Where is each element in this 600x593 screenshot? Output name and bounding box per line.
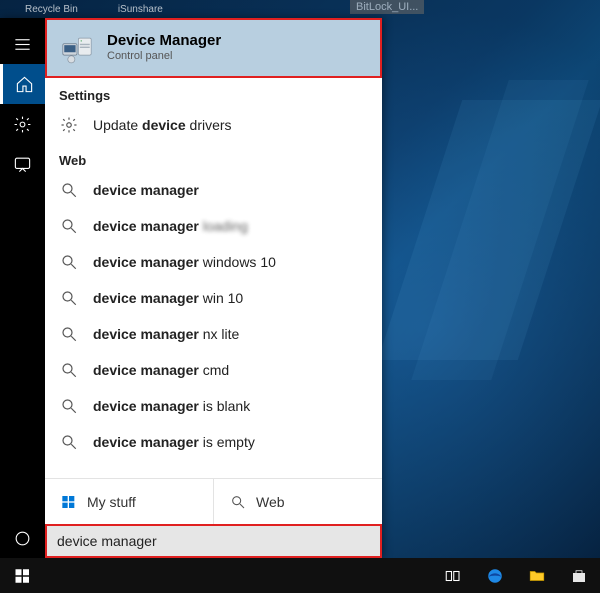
store-button[interactable] bbox=[558, 558, 600, 593]
web-result-label: device manager loading bbox=[93, 218, 248, 234]
my-stuff-label: My stuff bbox=[87, 494, 136, 510]
desktop-shortcut-label[interactable]: iSunshare bbox=[118, 4, 163, 15]
search-icon bbox=[59, 216, 79, 236]
my-stuff-tab[interactable]: My stuff bbox=[45, 479, 214, 524]
taskbar-tray bbox=[432, 558, 600, 593]
web-result[interactable]: device manager cmd bbox=[45, 352, 382, 388]
web-tab-label: Web bbox=[256, 494, 285, 510]
search-icon bbox=[230, 494, 246, 510]
web-result-label: device manager cmd bbox=[93, 362, 229, 378]
home-icon[interactable] bbox=[0, 64, 45, 104]
scope-tabs: My stuff Web bbox=[45, 478, 382, 524]
best-match-result[interactable]: Device Manager Control panel bbox=[45, 18, 382, 78]
best-match-subtitle: Control panel bbox=[107, 50, 221, 63]
web-result-label: device manager nx lite bbox=[93, 326, 239, 342]
web-result[interactable]: device manager is blank bbox=[45, 388, 382, 424]
search-input[interactable] bbox=[57, 533, 370, 549]
desktop-icons-row: Recycle Bin iSunshare bbox=[5, 0, 595, 18]
gear-icon bbox=[59, 115, 79, 135]
settings-section-header: Settings bbox=[45, 78, 382, 107]
web-result-label: device manager bbox=[93, 182, 199, 198]
device-manager-icon bbox=[59, 30, 95, 66]
web-tab[interactable]: Web bbox=[214, 479, 382, 524]
web-result[interactable]: device manager bbox=[45, 172, 382, 208]
folder-icon bbox=[528, 567, 546, 585]
search-icon bbox=[59, 252, 79, 272]
best-match-title: Device Manager bbox=[107, 32, 221, 50]
feedback-icon[interactable] bbox=[0, 144, 45, 184]
edge-button[interactable] bbox=[474, 558, 516, 593]
search-icon bbox=[59, 288, 79, 308]
start-button[interactable] bbox=[0, 558, 46, 593]
search-icon bbox=[59, 180, 79, 200]
search-box[interactable] bbox=[45, 524, 382, 558]
store-icon bbox=[570, 567, 588, 585]
taskbar bbox=[0, 558, 600, 593]
cortana-circle-icon[interactable] bbox=[0, 518, 45, 558]
web-result[interactable]: device manager loading bbox=[45, 208, 382, 244]
cortana-sidebar bbox=[0, 18, 45, 558]
web-result-label: device manager is empty bbox=[93, 434, 255, 450]
web-result-label: device manager win 10 bbox=[93, 290, 243, 306]
web-result-label: device manager is blank bbox=[93, 398, 250, 414]
settings-result-update-drivers[interactable]: Update device drivers bbox=[45, 107, 382, 143]
task-view-icon bbox=[444, 567, 462, 585]
web-result[interactable]: device manager win 10 bbox=[45, 280, 382, 316]
edge-icon bbox=[486, 567, 504, 585]
search-icon bbox=[59, 360, 79, 380]
web-result-label: device manager windows 10 bbox=[93, 254, 276, 270]
web-result[interactable]: device manager nx lite bbox=[45, 316, 382, 352]
background-window-title: BitLock_UI... bbox=[350, 0, 424, 14]
cortana-search-panel: Device Manager Control panel Settings Up… bbox=[0, 18, 382, 558]
search-icon bbox=[59, 324, 79, 344]
windows-logo-icon bbox=[61, 494, 77, 510]
web-section-header: Web bbox=[45, 143, 382, 172]
recycle-bin-label[interactable]: Recycle Bin bbox=[25, 4, 78, 15]
search-results-content: Device Manager Control panel Settings Up… bbox=[45, 18, 382, 558]
windows-logo-icon bbox=[14, 567, 32, 585]
task-view-button[interactable] bbox=[432, 558, 474, 593]
gear-icon[interactable] bbox=[0, 104, 45, 144]
search-icon bbox=[59, 396, 79, 416]
search-icon bbox=[59, 432, 79, 452]
web-result[interactable]: device manager windows 10 bbox=[45, 244, 382, 280]
settings-result-label: Update device drivers bbox=[93, 117, 232, 133]
web-result[interactable]: device manager is empty bbox=[45, 424, 382, 460]
file-explorer-button[interactable] bbox=[516, 558, 558, 593]
hamburger-icon[interactable] bbox=[0, 24, 45, 64]
